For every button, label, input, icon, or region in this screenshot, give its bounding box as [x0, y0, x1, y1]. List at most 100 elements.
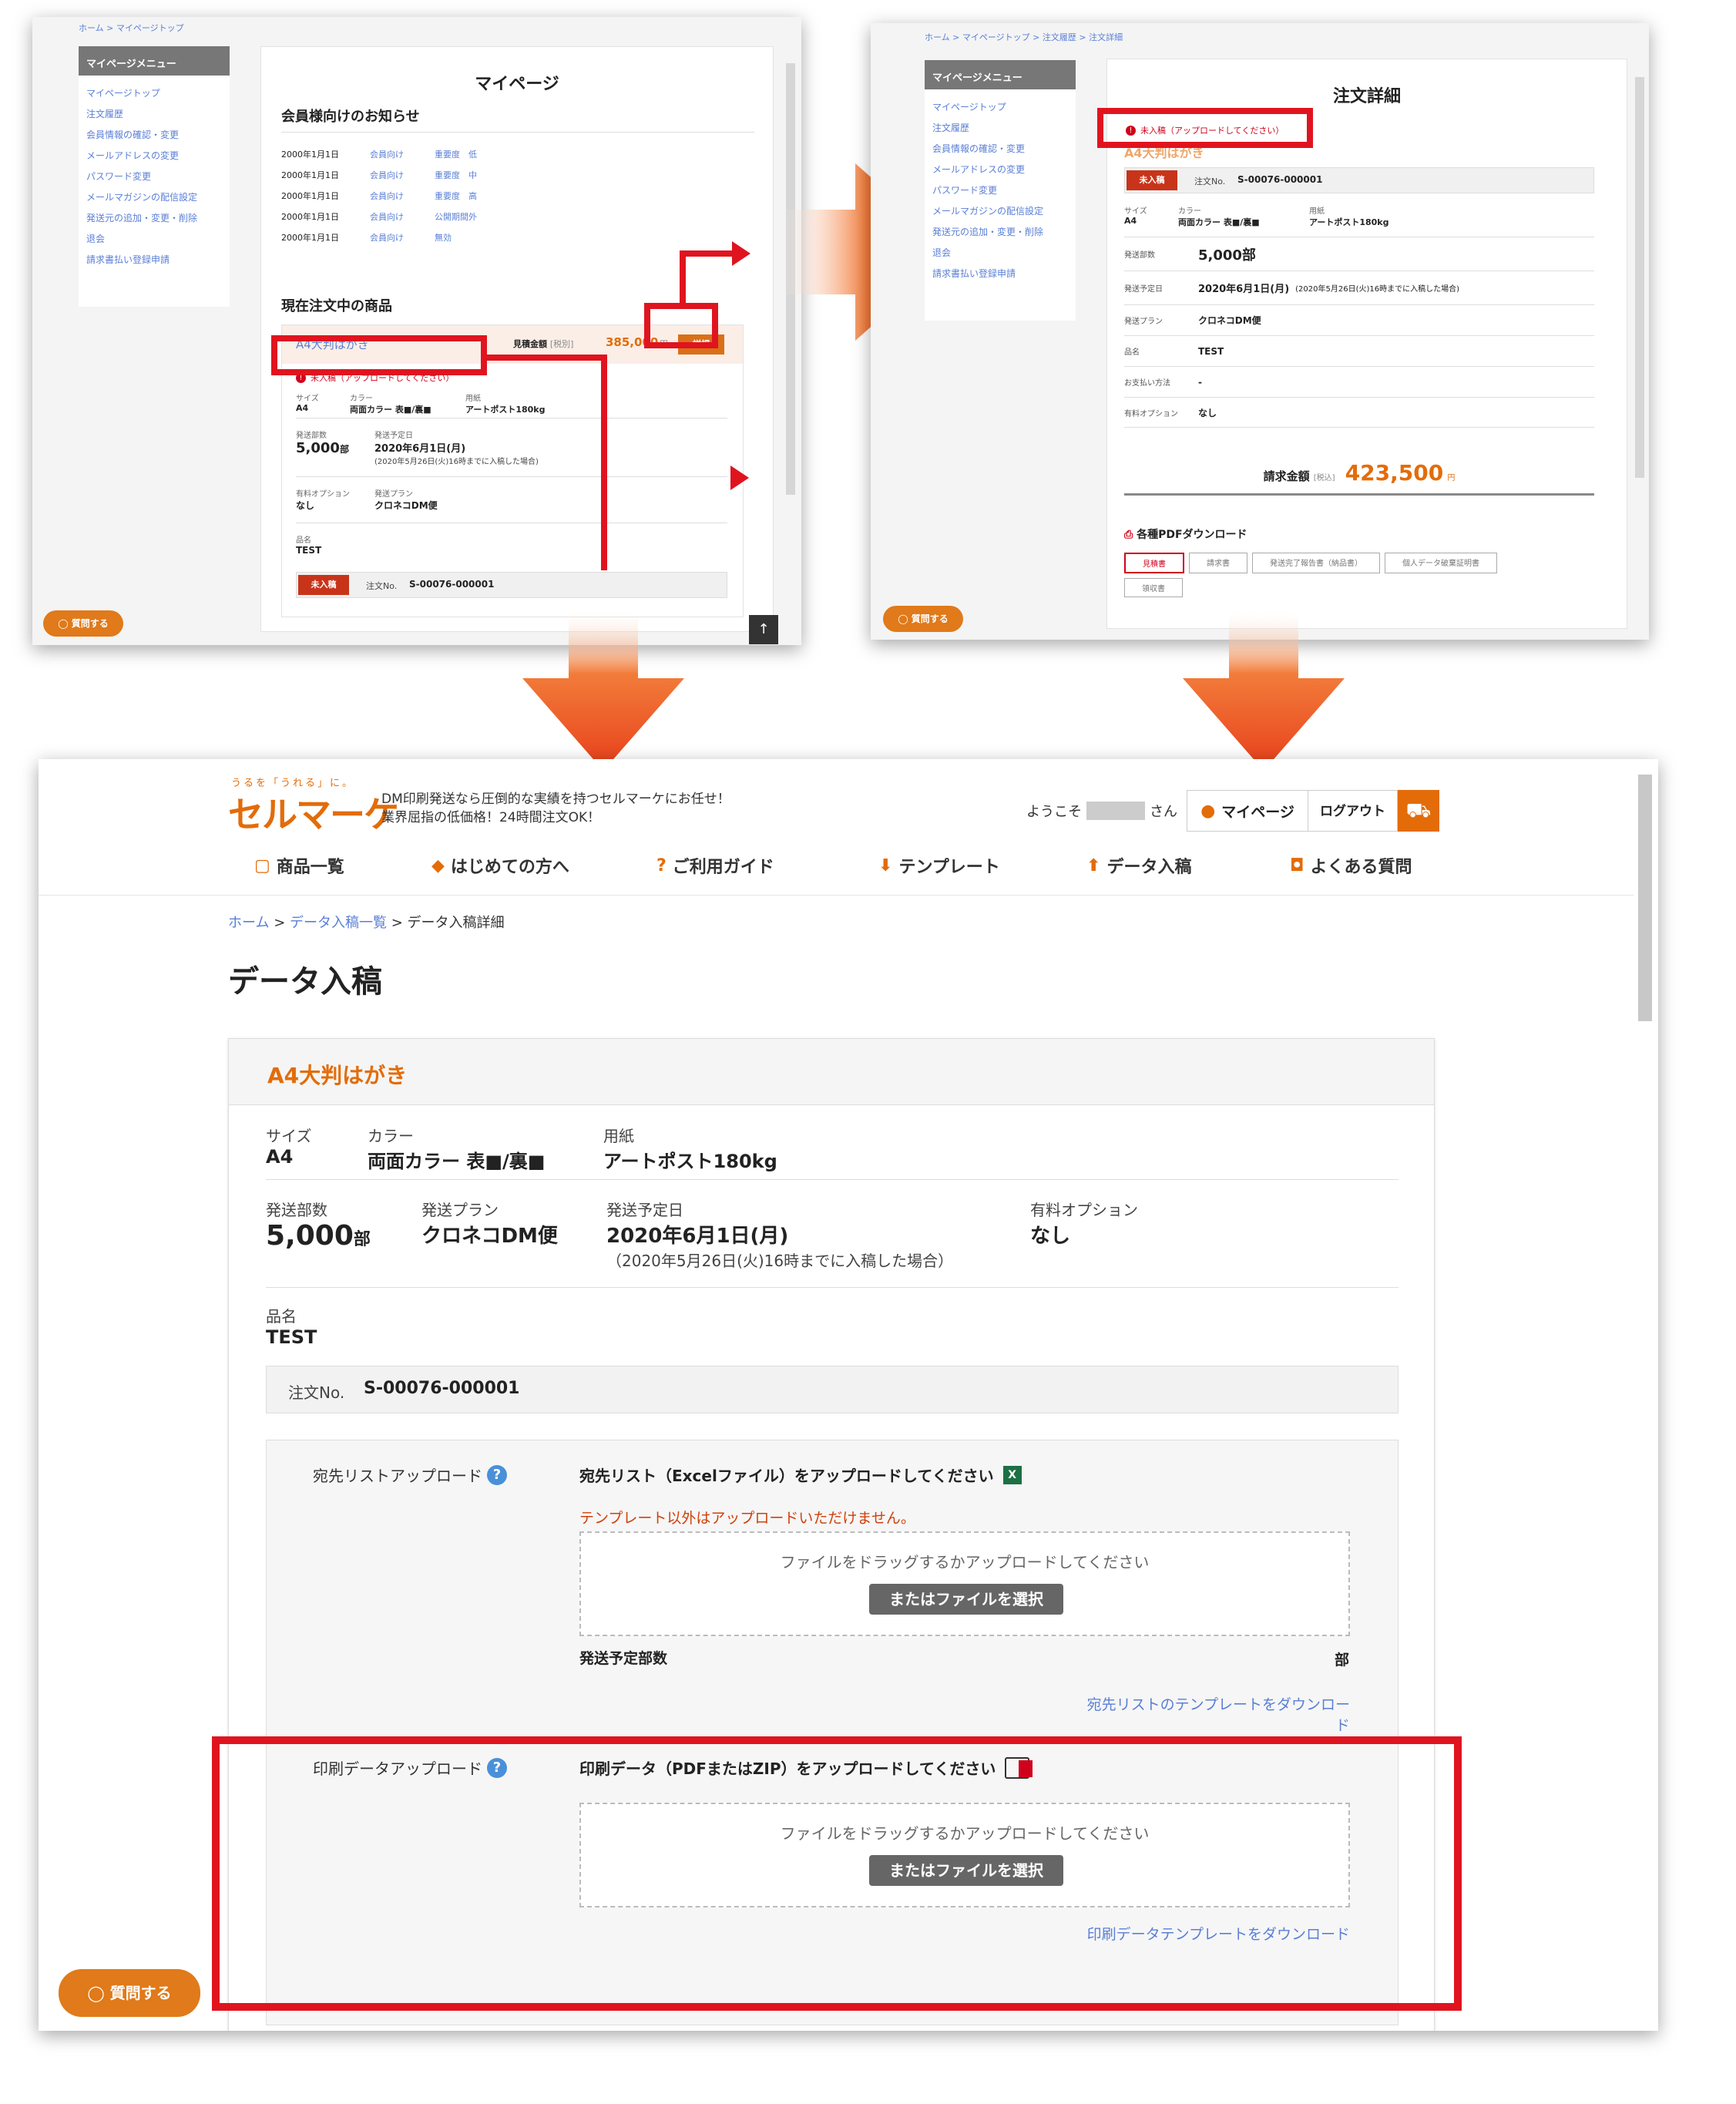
- breadcrumb[interactable]: ホーム > マイページトップ: [79, 22, 184, 34]
- breadcrumb[interactable]: ホーム > マイページトップ > 注文履歴 > 注文詳細: [925, 31, 1123, 43]
- menu-item[interactable]: パスワード変更: [86, 166, 222, 187]
- menu-item[interactable]: メールアドレスの変更: [932, 160, 1068, 180]
- back-to-top-button[interactable]: ↑: [749, 615, 778, 644]
- color-label: カラー: [350, 395, 373, 403]
- nav-guide[interactable]: ? ご利用ガイド: [656, 853, 774, 878]
- site-tagline: DM印刷発送なら圧倒的な実績を持つセルマーケにお任せ！ 業界屈指の低価格！24時…: [381, 790, 730, 827]
- notice-link[interactable]: 会員向け: [370, 227, 404, 248]
- status-badge: 未入稿: [298, 575, 349, 595]
- order-number-row: 未入稿 注文No. S-00076-000001: [1124, 167, 1594, 193]
- menu-item[interactable]: メールアドレスの変更: [86, 146, 222, 166]
- notice-list: 2000年1月1日 会員向け 重要度 低 2000年1月1日 会員向け 重要度 中 20…: [281, 144, 667, 248]
- notice-link[interactable]: 会員向け: [370, 144, 404, 165]
- ask-label: 質問する: [71, 618, 109, 629]
- notice-date: 2000年1月1日: [281, 212, 339, 222]
- ask-button[interactable]: ◯ 質問する: [43, 610, 123, 637]
- breadcrumb-link[interactable]: ホーム: [228, 915, 269, 931]
- page-title: データ入稿: [228, 964, 382, 1000]
- notice-link[interactable]: 会員向け: [370, 186, 404, 207]
- row-label: 有料オプション: [1124, 409, 1178, 418]
- notice-link[interactable]: 無効: [435, 227, 452, 248]
- menu-item[interactable]: 会員情報の確認・変更: [932, 139, 1068, 160]
- menu-item[interactable]: 請求書払い登録申請: [86, 250, 222, 271]
- menu-item[interactable]: 会員情報の確認・変更: [86, 125, 222, 146]
- menu-item[interactable]: 注文履歴: [932, 118, 1068, 139]
- list-icon: ▢: [254, 855, 270, 876]
- nav-products[interactable]: ▢ 商品一覧: [254, 853, 344, 878]
- scrollbar[interactable]: [1635, 77, 1644, 478]
- notice-link[interactable]: 重要度 中: [435, 165, 477, 186]
- menu-item[interactable]: 発送元の追加・変更・削除: [86, 208, 222, 229]
- menu-item[interactable]: メールマガジンの配信設定: [932, 201, 1068, 222]
- chat-icon: ◯: [58, 618, 72, 629]
- menu-item[interactable]: 退会: [86, 229, 222, 250]
- qty-value: 5,000: [296, 440, 340, 456]
- notice-link[interactable]: 重要度 低: [435, 144, 477, 165]
- date-block: 発送予定日 2020年6月1日(月) （2020年5月26日(火)16時までに入…: [606, 1198, 953, 1271]
- notice-link[interactable]: 重要度 高: [435, 186, 477, 207]
- connector-line: [680, 250, 735, 257]
- menu-item[interactable]: マイページトップ: [932, 97, 1068, 118]
- notice-link[interactable]: 公開期間外: [435, 207, 477, 227]
- paper-value: アートポスト180kg: [1309, 217, 1389, 227]
- row-label: 発送プラン: [1124, 318, 1163, 326]
- pdf-button[interactable]: 発送完了報告書（納品書）: [1252, 553, 1380, 573]
- row-label: 発送予定日: [1124, 285, 1163, 294]
- side-menu: マイページトップ 注文履歴 会員情報の確認・変更 メールアドレスの変更 パスワー…: [925, 89, 1076, 321]
- pdf-button[interactable]: 個人データ破棄証明書: [1385, 553, 1497, 573]
- nav-beginners[interactable]: ◆ はじめての方へ: [431, 853, 569, 878]
- breadcrumb: ホーム > データ入稿一覧 > データ入稿詳細: [228, 915, 505, 931]
- menu-item[interactable]: パスワード変更: [932, 180, 1068, 201]
- help-icon[interactable]: ?: [487, 1464, 507, 1485]
- menu-item[interactable]: 退会: [932, 243, 1068, 264]
- row-label: お支払い方法: [1124, 379, 1170, 388]
- tagline-line1: DM印刷発送なら圧倒的な実績を持つセルマーケにお任せ！: [381, 792, 730, 807]
- send-qty-unit: 部: [1335, 1652, 1350, 1669]
- nav-data-upload[interactable]: ⬆ データ入稿: [1086, 853, 1191, 878]
- notice-title: 会員様向けのお知らせ: [281, 109, 420, 125]
- nav-faq[interactable]: ◘ よくある質問: [1290, 853, 1412, 878]
- menu-item[interactable]: 注文履歴: [86, 104, 222, 125]
- ask-button[interactable]: ◯ 質問する: [883, 606, 963, 632]
- menu-item[interactable]: 請求書払い登録申請: [932, 264, 1068, 284]
- pdf-button[interactable]: 請求書: [1189, 553, 1247, 573]
- pdf-button[interactable]: 見積書: [1124, 553, 1184, 573]
- side-menu: マイページトップ 注文履歴 会員情報の確認・変更 メールアドレスの変更 パスワー…: [79, 76, 230, 307]
- highlight-warning: [271, 335, 487, 375]
- paper-label: 用紙: [1309, 207, 1325, 216]
- shield-icon: ◆: [431, 855, 445, 876]
- breadcrumb-link[interactable]: データ入稿一覧: [290, 915, 387, 931]
- nav-label: ご利用ガイド: [672, 858, 774, 877]
- size-block: サイズ A4: [266, 1124, 311, 1168]
- drop-text: ファイルをドラッグするかアップロードしてください: [780, 1553, 1150, 1571]
- bill-yen: 円: [1447, 474, 1456, 482]
- list-template-link[interactable]: 宛先リストのテンプレートをダウンロード: [1085, 1693, 1350, 1735]
- logo[interactable]: セルマーケ: [228, 787, 399, 838]
- ask-button[interactable]: ◯ 質問する: [59, 1969, 200, 2017]
- color-value: 両面カラー 表■/裏■: [350, 405, 431, 415]
- paper-block: 用紙 アートポスト180kg: [603, 1124, 777, 1173]
- list-select-file-button[interactable]: またはファイルを選択: [869, 1584, 1063, 1615]
- notice-link[interactable]: 会員向け: [370, 165, 404, 186]
- nav-template[interactable]: ⬇ テンプレート: [878, 853, 1000, 878]
- menu-item[interactable]: マイページトップ: [86, 83, 222, 104]
- highlight-warning: [1097, 108, 1313, 148]
- list-upload-instruction: 宛先リスト（Excelファイル）をアップロードしてください X: [579, 1464, 1022, 1486]
- logout-button[interactable]: ログアウト: [1308, 790, 1398, 832]
- list-drop-zone[interactable]: ファイルをドラッグするかアップロードしてください またはファイルを選択: [579, 1531, 1350, 1636]
- qty-label: 発送部数: [266, 1201, 327, 1219]
- card-header: A4大判はがき: [229, 1039, 1434, 1105]
- cart-button[interactable]: ⛟: [1398, 790, 1439, 832]
- chat-icon: ◯: [87, 1984, 110, 2002]
- size-label: サイズ: [266, 1127, 312, 1145]
- nav-label: データ入稿: [1106, 858, 1192, 877]
- menu-item[interactable]: 発送元の追加・変更・削除: [932, 222, 1068, 243]
- color-block: カラー 両面カラー 表■/裏■: [368, 1124, 545, 1173]
- notice-link[interactable]: 会員向け: [370, 207, 404, 227]
- scrollbar[interactable]: [1638, 775, 1652, 1021]
- menu-item[interactable]: メールマガジンの配信設定: [86, 187, 222, 208]
- order-label: 注文No.: [366, 581, 398, 591]
- pdf-button[interactable]: 領収書: [1124, 578, 1183, 597]
- mypage-button[interactable]: ● マイページ: [1187, 790, 1308, 832]
- size-label: サイズ: [296, 395, 319, 403]
